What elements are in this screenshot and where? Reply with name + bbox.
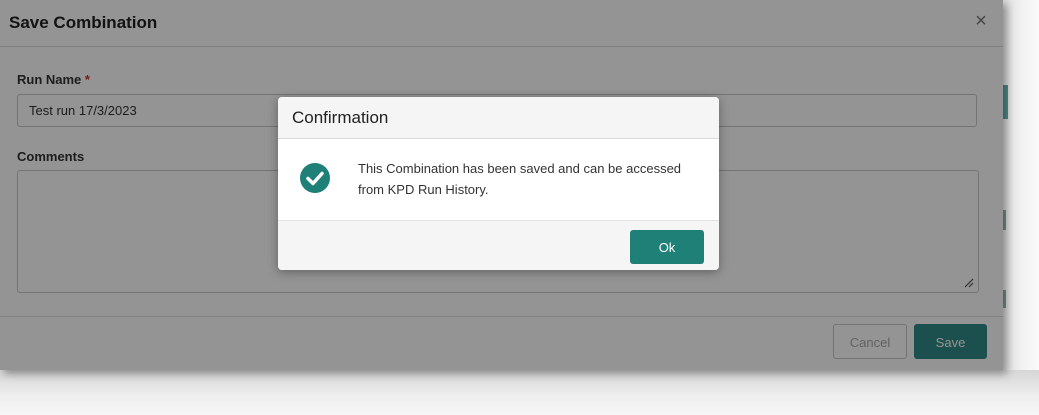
background-panel-right: [1003, 0, 1039, 395]
background-panel-bottom: [0, 370, 1039, 415]
modal-body: This Combination has been saved and can …: [278, 138, 719, 220]
ok-button[interactable]: Ok: [630, 230, 704, 264]
confirmation-message: This Combination has been saved and can …: [358, 161, 682, 197]
confirmation-modal: Confirmation This Combination has been s…: [278, 97, 719, 270]
modal-footer: Ok: [278, 220, 719, 270]
modal-title: Confirmation: [292, 108, 389, 127]
check-circle-icon: [300, 163, 330, 193]
modal-header: Confirmation: [278, 97, 719, 139]
